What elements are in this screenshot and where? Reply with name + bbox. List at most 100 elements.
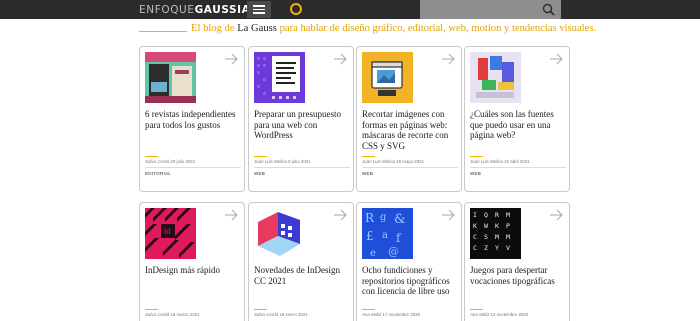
card-category[interactable]: WEB — [362, 171, 373, 176]
tagline-brand[interactable]: La Gauss — [237, 23, 277, 34]
tagline-before: El blog de — [191, 23, 238, 34]
arrow-right-icon[interactable] — [549, 53, 564, 65]
svg-text:£: £ — [366, 229, 374, 243]
svg-text:&: & — [394, 212, 406, 227]
card-date: 21 abril 2021 — [504, 159, 530, 164]
card-category[interactable]: WEB — [254, 171, 265, 176]
arrow-right-icon[interactable] — [333, 209, 348, 221]
card-title[interactable]: Juegos para despertar vocaciones tipográ… — [470, 265, 566, 286]
article-thumbnail[interactable] — [470, 52, 521, 103]
article-card[interactable]: 6 revistas independientes para todos los… — [139, 46, 245, 192]
tagline-after: para hablar de diseño gráfico, editorial… — [276, 23, 597, 34]
svg-text:S: S — [484, 233, 488, 241]
card-meta: Juan Luis Molina 19 mayo 2021 — [362, 159, 458, 164]
meta-rule — [145, 156, 158, 157]
card-date: 18 marzo 2021 — [170, 312, 200, 317]
card-category[interactable]: EDITORIAL — [145, 171, 171, 176]
meta-rule — [470, 156, 483, 157]
card-meta: Ana Moliz 12 noviembre 2020 — [470, 312, 566, 317]
svg-text:C: C — [473, 244, 477, 252]
card-author: Juan Luis Molina — [362, 159, 395, 164]
card-category[interactable]: WEB — [470, 171, 481, 176]
card-meta: Salva Cerdá 18 marzo 2021 — [145, 312, 241, 317]
card-date: 18 enero 2021 — [279, 312, 308, 317]
article-card[interactable]: Preparar un presupuesto para una web con… — [248, 46, 354, 192]
arrow-right-icon[interactable] — [224, 209, 239, 221]
tagline-rule — [139, 31, 187, 32]
article-thumbnail[interactable] — [254, 208, 305, 259]
card-title[interactable]: Ocho fundiciones y repositorios tipográf… — [362, 265, 458, 297]
arrow-right-icon[interactable] — [224, 53, 239, 65]
card-author: Ana Moliz — [470, 312, 490, 317]
article-thumbnail[interactable]: Rg & £ a f e @ — [362, 208, 413, 259]
arrow-right-icon[interactable] — [549, 209, 564, 221]
top-bar: ENFOQUE GAUSSIANO — [0, 0, 700, 19]
meta-rule — [254, 309, 267, 310]
card-meta: Ana Moliz 17 noviembre 2020 — [362, 312, 458, 317]
svg-text:Q: Q — [484, 211, 488, 219]
card-meta: Salva Cerdá 20 julio 2021 — [145, 159, 241, 164]
card-title[interactable]: Novedades de InDesign CC 2021 — [254, 265, 350, 286]
tagline: El blog de La Gauss para hablar de diseñ… — [191, 23, 596, 34]
article-card[interactable]: IQRM KWKP CSMM CZYV Juegos para desperta… — [464, 202, 570, 321]
meta-rule — [145, 309, 158, 310]
card-author: Ana Moliz — [362, 312, 382, 317]
sun-icon[interactable] — [290, 3, 302, 15]
search-icon[interactable] — [542, 3, 555, 16]
svg-text:Id: Id — [164, 227, 171, 236]
meta-rule — [362, 156, 375, 157]
svg-text:I: I — [473, 211, 477, 219]
card-date: 17 noviembre 2020 — [382, 312, 421, 317]
meta-rule — [362, 309, 375, 310]
card-date: 20 julio 2021 — [170, 159, 196, 164]
arrow-right-icon[interactable] — [441, 209, 456, 221]
card-title[interactable]: Preparar un presupuesto para una web con… — [254, 109, 350, 141]
arrow-right-icon[interactable] — [441, 53, 456, 65]
meta-rule — [254, 156, 267, 157]
card-author: Juan Luis Molina — [470, 159, 503, 164]
article-card[interactable]: Id InDesign más rápido Salva Cerdá 18 ma… — [139, 202, 245, 321]
svg-text:M: M — [506, 211, 510, 219]
card-title[interactable]: 6 revistas independientes para todos los… — [145, 109, 241, 130]
card-title[interactable]: ¿Cuáles son las fuentes que puedo usar e… — [470, 109, 566, 141]
article-thumbnail[interactable] — [254, 52, 305, 103]
card-date: 19 mayo 2021 — [396, 159, 425, 164]
card-title[interactable]: Recortar imágenes con formas en páginas … — [362, 109, 458, 151]
svg-text:Z: Z — [484, 244, 488, 252]
svg-text:M: M — [495, 233, 499, 241]
article-thumbnail[interactable] — [145, 52, 196, 103]
svg-text:M: M — [506, 233, 510, 241]
svg-text:W: W — [484, 222, 488, 230]
article-thumbnail[interactable] — [362, 52, 413, 103]
card-author: Juan Luis Molina — [254, 159, 287, 164]
svg-text:g: g — [380, 212, 387, 223]
svg-text:K: K — [495, 222, 499, 230]
article-card[interactable]: Rg & £ a f e @ Ocho fundiciones y repositori… — [356, 202, 462, 321]
svg-text:Y: Y — [495, 244, 499, 252]
article-thumbnail[interactable]: IQRM KWKP CSMM CZYV — [470, 208, 521, 259]
card-author: Salva Cerdá — [145, 159, 170, 164]
card-title[interactable]: InDesign más rápido — [145, 265, 241, 276]
card-date: 12 noviembre 2020 — [490, 312, 529, 317]
svg-text:C: C — [473, 233, 477, 241]
article-thumbnail[interactable]: Id — [145, 208, 196, 259]
svg-text:V: V — [506, 244, 510, 252]
hamburger-menu-icon[interactable] — [247, 1, 271, 18]
svg-text:R: R — [365, 211, 375, 225]
meta-divider — [254, 167, 350, 168]
search-bar[interactable] — [420, 0, 561, 19]
meta-divider — [145, 167, 241, 168]
svg-text:e: e — [370, 248, 376, 259]
svg-text:R: R — [495, 211, 499, 219]
logo-text-light: ENFOQUE — [139, 3, 195, 16]
article-card[interactable]: ¿Cuáles son las fuentes que puedo usar e… — [464, 46, 570, 192]
meta-divider — [362, 167, 458, 168]
arrow-right-icon[interactable] — [333, 53, 348, 65]
card-date: 8 julio 2021 — [288, 159, 311, 164]
card-meta: Juan Luis Molina 21 abril 2021 — [470, 159, 566, 164]
card-author: Salva Cerdá — [254, 312, 279, 317]
card-meta: Salva Cerdá 18 enero 2021 — [254, 312, 350, 317]
article-card[interactable]: Recortar imágenes con formas en páginas … — [356, 46, 462, 192]
article-card[interactable]: Novedades de InDesign CC 2021 Salva Cerd… — [248, 202, 354, 321]
meta-divider — [470, 167, 566, 168]
